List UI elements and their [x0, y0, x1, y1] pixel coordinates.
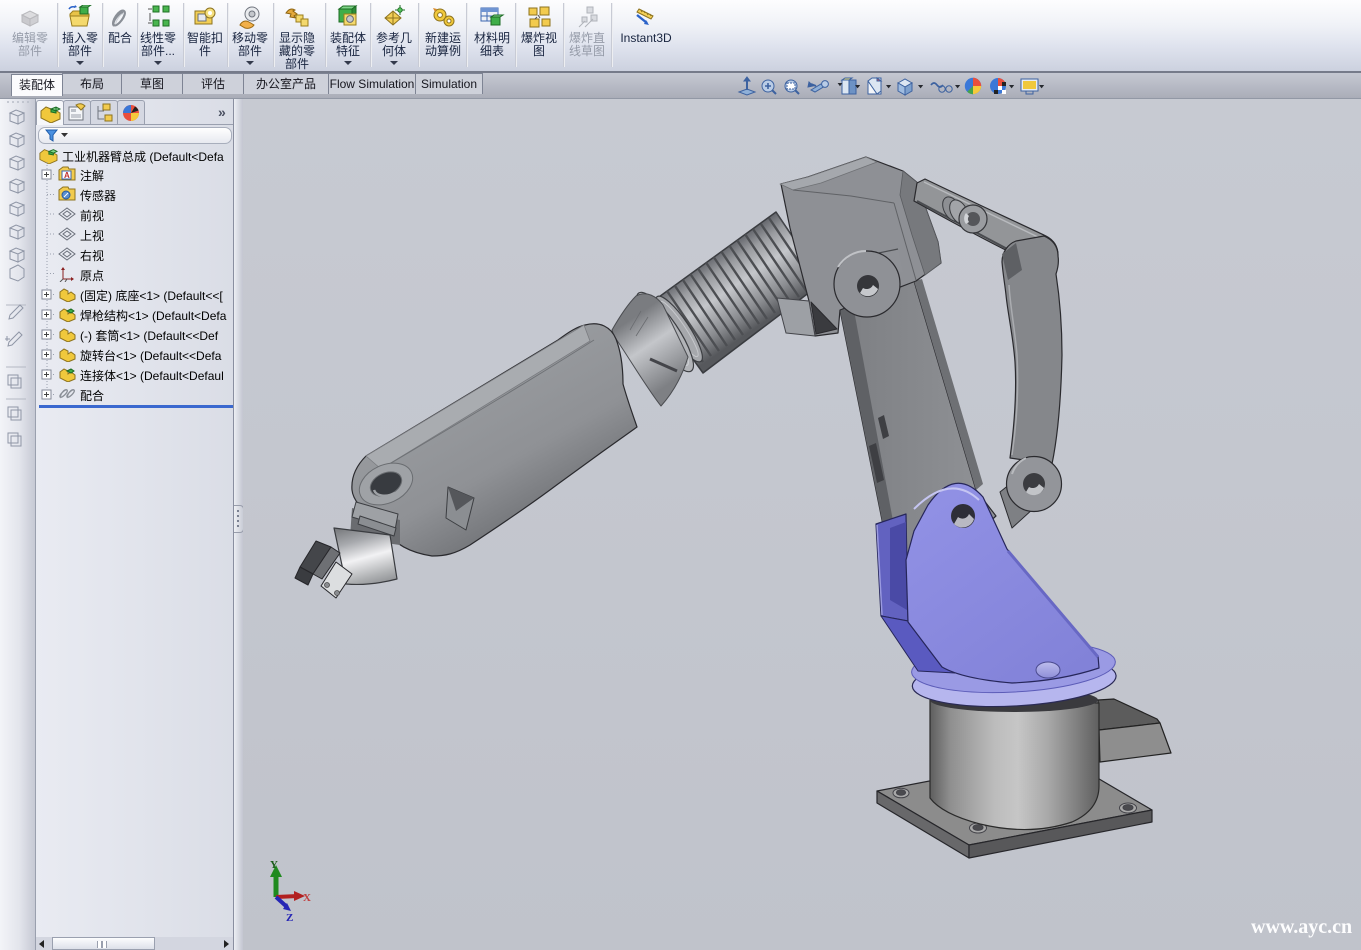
svg-text:Z: Z: [286, 912, 293, 924]
svg-text:Y: Y: [270, 859, 278, 871]
svg-text:A: A: [64, 171, 70, 180]
svg-text:X: X: [303, 892, 311, 904]
